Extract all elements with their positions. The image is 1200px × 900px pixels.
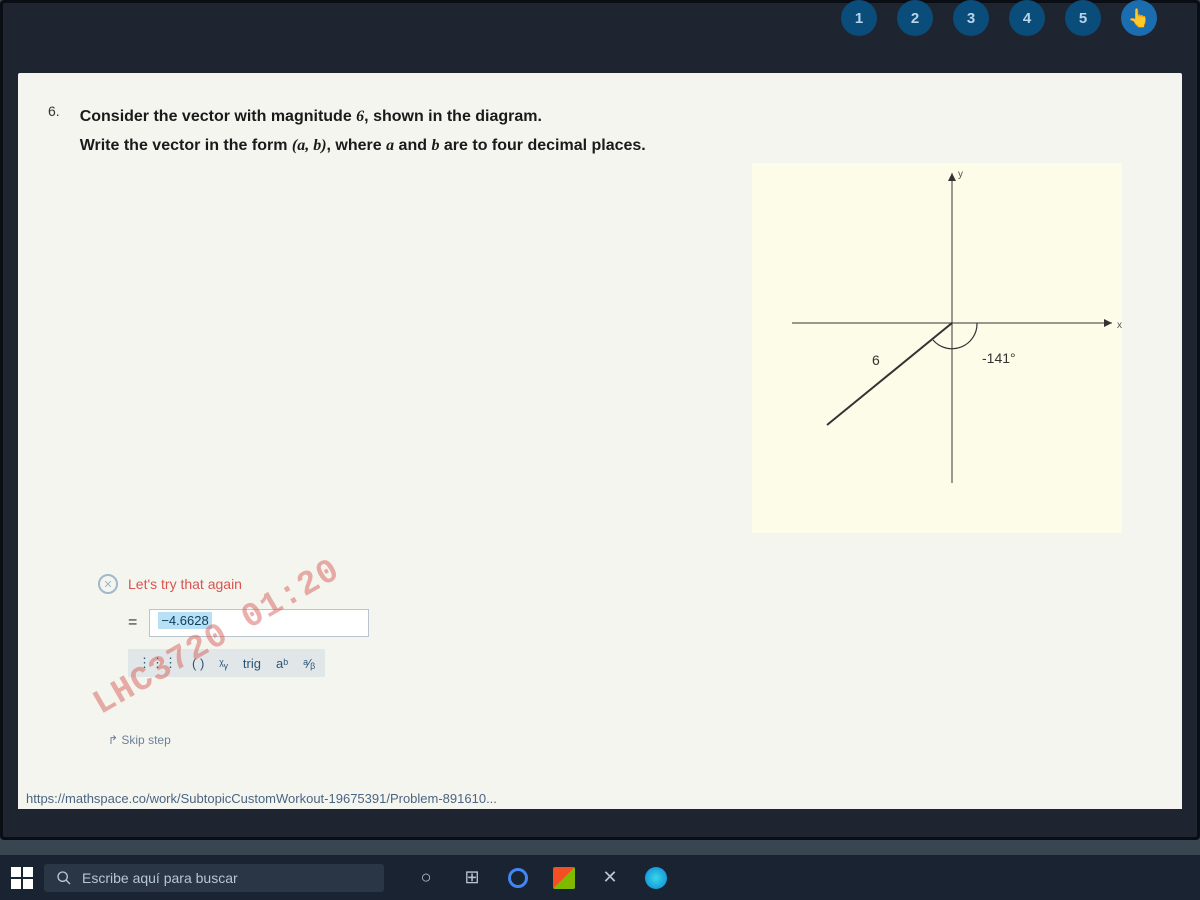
content-area: 6. Consider the vector with magnitude 6,… xyxy=(18,73,1182,797)
status-url: https://mathspace.co/work/SubtopicCustom… xyxy=(18,788,1182,809)
question-text: Consider the vector with magnitude 6, sh… xyxy=(80,103,646,161)
paren-button[interactable]: ( ) xyxy=(192,656,204,671)
nav-step-2[interactable]: 2 xyxy=(897,0,933,36)
taskbar-search[interactable]: Escribe aquí para buscar xyxy=(44,864,384,892)
angle-label: -141° xyxy=(982,350,1016,366)
q-line1-prefix: Consider the vector with magnitude xyxy=(80,108,356,125)
feedback-message: Let's try that again xyxy=(128,576,242,592)
q-form-b: b xyxy=(313,137,321,154)
diagram-svg: x y 6 -141° xyxy=(752,163,1122,533)
question-block: 6. Consider the vector with magnitude 6,… xyxy=(48,103,1152,161)
app-icon[interactable]: ✕ xyxy=(596,864,624,892)
start-button[interactable] xyxy=(8,864,36,892)
search-placeholder: Escribe aquí para buscar xyxy=(82,870,238,886)
q-form-sep: , xyxy=(305,137,313,154)
vector-diagram: x y 6 -141° xyxy=(752,163,1122,533)
q-form-a: a xyxy=(297,137,305,154)
x-axis-label: x xyxy=(1117,320,1122,331)
screen-frame: 1 2 3 4 5 👆 6. Consider the vector with … xyxy=(0,0,1200,840)
nav-step-1[interactable]: 1 xyxy=(841,0,877,36)
taskbar: Escribe aquí para buscar ○ ⊞ ✕ xyxy=(0,855,1200,900)
taskbar-apps: ○ ⊞ ✕ xyxy=(412,864,670,892)
cortana-icon[interactable]: ○ xyxy=(412,864,440,892)
q-var-a: a xyxy=(386,137,394,154)
progress-nav: 1 2 3 4 5 👆 xyxy=(841,3,1157,33)
power-button[interactable]: aᵇ xyxy=(276,656,288,671)
nav-step-5[interactable]: 5 xyxy=(1065,0,1101,36)
vector-line xyxy=(827,323,952,425)
chrome-icon[interactable] xyxy=(504,864,532,892)
task-view-icon[interactable]: ⊞ xyxy=(458,864,486,892)
q-line2-and: and xyxy=(394,137,431,154)
dismiss-feedback-button[interactable]: ✕ xyxy=(98,574,118,594)
skip-step-link[interactable]: Skip step xyxy=(108,733,171,747)
edge-icon[interactable] xyxy=(642,864,670,892)
answer-value: −4.6628 xyxy=(158,612,211,629)
q-line2-mid: , where xyxy=(327,137,387,154)
feedback-row: ✕ Let's try that again xyxy=(98,574,369,594)
math-toolbar: ⋮⋮⋮ ( ) ᵡᵧ trig aᵇ ᵃ⁄ᵦ xyxy=(128,649,325,677)
q-line1-suffix: , shown in the diagram. xyxy=(364,108,542,125)
nav-step-4[interactable]: 4 xyxy=(1009,0,1045,36)
nav-step-3[interactable]: 3 xyxy=(953,0,989,36)
search-icon xyxy=(56,870,72,886)
windows-icon xyxy=(11,867,33,889)
answer-section: ✕ Let's try that again = −4.6628 ⋮⋮⋮ ( )… xyxy=(98,574,369,677)
keypad-button[interactable]: ⋮⋮⋮ xyxy=(138,655,177,671)
store-icon[interactable] xyxy=(550,864,578,892)
fraction-button[interactable]: ᵃ⁄ᵦ xyxy=(303,656,315,671)
angle-arc xyxy=(933,323,977,349)
magnitude-label: 6 xyxy=(872,352,880,368)
equals-sign: = xyxy=(128,614,137,632)
q-line2-prefix: Write the vector in the form xyxy=(80,137,292,154)
question-number: 6. xyxy=(48,103,60,161)
trig-button[interactable]: trig xyxy=(243,656,261,671)
special-button[interactable]: ᵡᵧ xyxy=(219,656,228,671)
q-magnitude: 6 xyxy=(356,108,364,125)
answer-input-row: = −4.6628 xyxy=(128,609,369,637)
q-line2-suffix: are to four decimal places. xyxy=(439,137,645,154)
x-arrow-icon xyxy=(1104,319,1112,327)
y-axis-label: y xyxy=(958,169,963,180)
answer-input[interactable]: −4.6628 xyxy=(149,609,369,637)
nav-pointer-icon[interactable]: 👆 xyxy=(1121,0,1157,36)
y-arrow-icon xyxy=(948,173,956,181)
